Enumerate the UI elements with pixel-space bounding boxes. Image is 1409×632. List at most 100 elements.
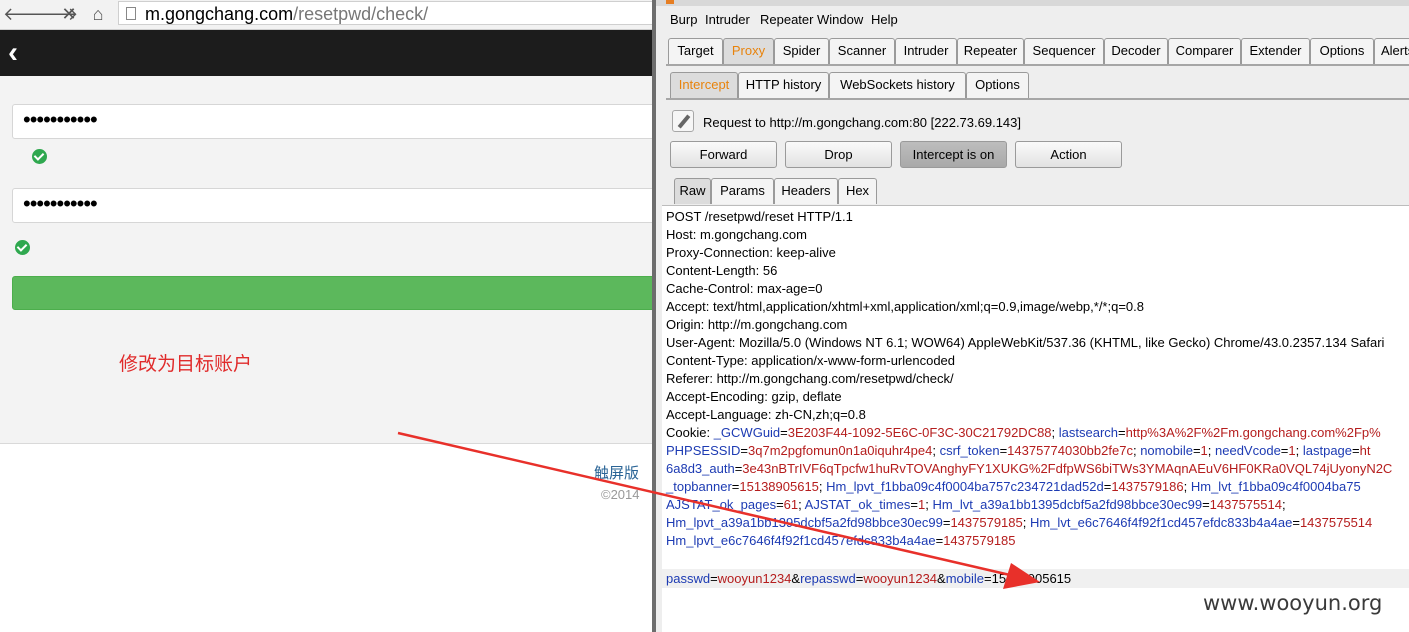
- param-value: 1: [1200, 443, 1208, 458]
- param-name: _topbanner: [666, 479, 732, 494]
- param-separator: =: [910, 497, 918, 512]
- repassword-input[interactable]: •••••••••••: [12, 188, 652, 223]
- tab-target[interactable]: Target: [668, 38, 723, 64]
- subtab-divider: [666, 98, 1409, 100]
- param-separator: &: [937, 571, 946, 586]
- tab-alerts[interactable]: Alerts: [1374, 38, 1409, 64]
- cookie-line: Hm_lpvt_a39a1bb1395dcbf5a2fd98bbce30ec99…: [666, 514, 1372, 532]
- param-separator: =: [740, 443, 749, 458]
- watermark-text: www.wooyun.org: [1203, 591, 1383, 615]
- tab-websockets-history[interactable]: WebSockets history: [829, 72, 966, 98]
- tab-intercept[interactable]: Intercept: [670, 72, 738, 98]
- copyright-text: ©2014: [601, 487, 640, 502]
- tab-repeater[interactable]: Repeater: [957, 38, 1024, 64]
- param-separator: ;: [1295, 443, 1303, 458]
- request-header-line: User-Agent: Mozilla/5.0 (Windows NT 6.1;…: [666, 335, 1385, 350]
- forward-button[interactable]: Forward: [670, 141, 777, 168]
- menu-repeater[interactable]: Repeater: [760, 12, 813, 27]
- cookie-line: Cookie: _GCWGuid=3E203F44-1092-5E6C-0F3C…: [666, 424, 1381, 442]
- title-bar: [656, 0, 1409, 6]
- param-value: wooyun1234: [717, 571, 792, 586]
- param-name: nomobile: [1140, 443, 1193, 458]
- param-name: Hm_lvt_a39a1bb1395dcbf5a2fd98bbce30ec99: [932, 497, 1203, 512]
- param-value: 1437579186: [1111, 479, 1184, 494]
- param-name: mobile: [945, 571, 985, 586]
- password-input[interactable]: •••••••••••: [12, 104, 652, 139]
- tab-sequencer[interactable]: Sequencer: [1024, 38, 1104, 64]
- action-button[interactable]: Action: [1015, 141, 1122, 168]
- param-value: 1437575514: [1299, 515, 1373, 530]
- param-name: _GCWGuid: [713, 425, 781, 440]
- tab-headers[interactable]: Headers: [774, 178, 838, 204]
- request-header-line: Referer: http://m.gongchang.com/resetpwd…: [666, 371, 954, 386]
- param-value: 1437579185: [950, 515, 1023, 530]
- tab-proxy[interactable]: Proxy: [723, 38, 774, 64]
- tab-comparer[interactable]: Comparer: [1168, 38, 1241, 64]
- param-value: ht: [1359, 443, 1371, 458]
- intercept-toggle-button[interactable]: Intercept is on: [900, 141, 1007, 168]
- param-name: lastsearch: [1058, 425, 1119, 440]
- address-bar[interactable]: m.gongchang.com/resetpwd/check/: [118, 1, 652, 25]
- cookie-line: _topbanner=15138905615; Hm_lpvt_f1bba09c…: [666, 478, 1361, 496]
- tab-params[interactable]: Params: [711, 178, 774, 204]
- param-name: Hm_lpvt_a39a1bb1395dcbf5a2fd98bbce30ec99: [666, 515, 943, 530]
- param-separator: =: [1292, 515, 1300, 530]
- arrow-left-icon[interactable]: 🡐: [3, 2, 51, 26]
- request-target-label: Request to http://m.gongchang.com:80 [22…: [703, 115, 1021, 130]
- param-separator: =: [776, 497, 784, 512]
- param-value: 61: [783, 497, 799, 512]
- tab-http-history[interactable]: HTTP history: [738, 72, 829, 98]
- param-separator: =: [780, 425, 788, 440]
- param-name: csrf_token: [939, 443, 1000, 458]
- close-icon[interactable]: ✕: [57, 2, 81, 26]
- touch-version-link[interactable]: 触屏版: [594, 462, 639, 483]
- param-separator: &: [791, 571, 801, 586]
- menu-help[interactable]: Help: [871, 12, 898, 27]
- tab-proxy-options[interactable]: Options: [966, 72, 1029, 98]
- request-header-line: Proxy-Connection: keep-alive: [666, 245, 836, 260]
- param-value: 3q7m2pgfomun0n1a0iquhr4pe4: [748, 443, 933, 458]
- home-icon[interactable]: ⌂: [86, 2, 110, 26]
- submit-button[interactable]: [12, 276, 652, 310]
- tab-spider[interactable]: Spider: [774, 38, 829, 64]
- reset-password-form: ••••••••••• ••••••••••• 修改为目标账户: [0, 76, 652, 444]
- url-text[interactable]: m.gongchang.com/resetpwd/check/: [145, 3, 428, 25]
- tab-intruder[interactable]: Intruder: [895, 38, 957, 64]
- tab-raw[interactable]: Raw: [674, 178, 711, 204]
- param-separator: ;: [1183, 479, 1191, 494]
- burp-logo-icon: [666, 0, 674, 4]
- param-separator: ;: [1022, 515, 1030, 530]
- param-separator: =: [1118, 425, 1126, 440]
- menu-intruder[interactable]: Intruder: [705, 12, 750, 27]
- param-name: passwd: [666, 571, 711, 586]
- tab-extender[interactable]: Extender: [1241, 38, 1310, 64]
- param-separator: Cookie:: [666, 425, 714, 440]
- param-separator: ;: [1051, 425, 1059, 440]
- pencil-icon[interactable]: [672, 110, 694, 132]
- param-name: AJSTAT_ok_pages: [666, 497, 777, 512]
- tab-decoder[interactable]: Decoder: [1104, 38, 1168, 64]
- drop-button[interactable]: Drop: [785, 141, 892, 168]
- tab-scanner[interactable]: Scanner: [829, 38, 895, 64]
- chevron-left-icon[interactable]: ‹: [8, 38, 28, 68]
- param-separator: =: [984, 571, 992, 586]
- page-header: ‹: [0, 30, 652, 76]
- tab-options[interactable]: Options: [1310, 38, 1374, 64]
- tab-hex[interactable]: Hex: [838, 178, 877, 204]
- request-body-line: passwd=wooyun1234&repasswd=wooyun1234&mo…: [666, 570, 1071, 588]
- param-value: 3e43nBTrIVF6qTpcfw1huRvTOVAnghyFY1XUKG%2…: [742, 461, 1393, 476]
- param-value: 14375774030bb2fe7c: [1007, 443, 1133, 458]
- param-value: 1437579185: [943, 533, 1016, 548]
- request-header-line: Cache-Control: max-age=0: [666, 281, 823, 296]
- menu-bar: Burp Intruder Repeater Window Help: [656, 8, 1409, 32]
- arrow-right-icon[interactable]: 🡒: [30, 2, 78, 26]
- raw-request-editor[interactable]: POST /resetpwd/reset HTTP/1.1 Host: m.gon…: [662, 205, 1409, 632]
- menu-window[interactable]: Window: [817, 12, 863, 27]
- param-name: 6a8d3_auth: [666, 461, 735, 476]
- request-header-line: Accept: text/html,application/xhtml+xml,…: [666, 299, 1144, 314]
- request-header-line: Origin: http://m.gongchang.com: [666, 317, 848, 332]
- menu-burp[interactable]: Burp: [670, 12, 697, 27]
- cookie-line: 6a8d3_auth=3e43nBTrIVF6qTpcfw1huRvTOVAng…: [666, 460, 1392, 478]
- param-value: wooyun1234: [863, 571, 938, 586]
- request-header-line: Accept-Encoding: gzip, deflate: [666, 389, 842, 404]
